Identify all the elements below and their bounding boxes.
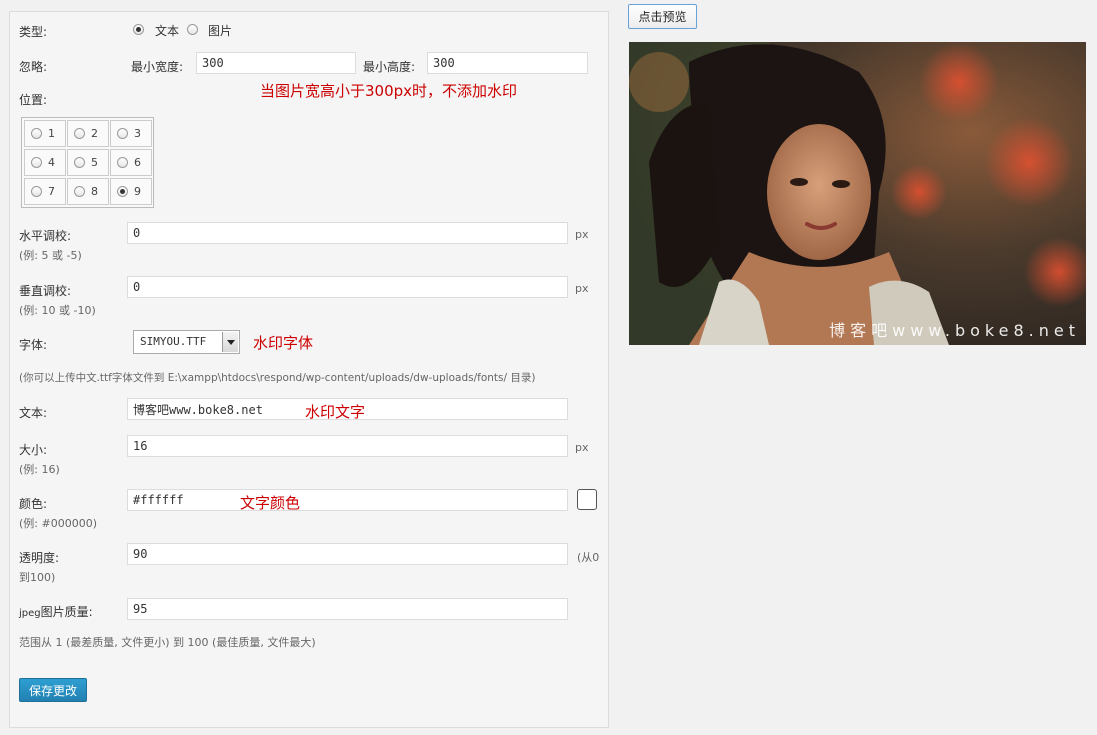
type-text-label: 文本 <box>155 24 180 38</box>
watermark-text-overlay: 博客吧www.boke8.net <box>829 321 1080 340</box>
position-number: 1 <box>48 127 55 140</box>
position-cell-2[interactable]: 2 <box>67 120 109 147</box>
color-swatch[interactable] <box>577 489 597 510</box>
min-width-input[interactable] <box>196 52 356 74</box>
color-note: 文字颜色 <box>240 494 301 512</box>
font-select-value: SIMYOU.TTF <box>140 335 207 348</box>
jpeg-label-text: 图片质量: <box>40 605 93 619</box>
font-select[interactable]: SIMYOU.TTF <box>133 330 240 354</box>
h-adjust-input[interactable] <box>127 222 568 244</box>
position-cell-9[interactable]: 9 <box>110 178 152 205</box>
position-grid: 1 2 3 4 5 6 7 8 9 <box>21 117 154 208</box>
chevron-down-icon[interactable] <box>222 332 238 352</box>
opacity-hint-a: (从0 <box>577 551 600 564</box>
opacity-hint-b: 到100) <box>19 571 56 584</box>
position-cell-5[interactable]: 5 <box>67 149 109 176</box>
position-number: 8 <box>91 185 98 198</box>
min-width-label: 最小宽度: <box>131 60 184 74</box>
position-cell-4[interactable]: 4 <box>24 149 66 176</box>
type-label: 类型: <box>19 25 48 39</box>
preview-photo-illustration <box>629 42 1086 345</box>
position-radio[interactable] <box>117 157 128 168</box>
preview-button[interactable]: 点击预览 <box>628 4 697 29</box>
v-adjust-input[interactable] <box>127 276 568 298</box>
position-cell-3[interactable]: 3 <box>110 120 152 147</box>
position-radio[interactable] <box>117 128 128 139</box>
color-label: 颜色: <box>19 497 48 511</box>
jpeg-quality-input[interactable] <box>127 598 568 620</box>
ignore-label: 忽略: <box>19 60 48 74</box>
position-number: 7 <box>48 185 55 198</box>
size-input[interactable] <box>127 435 568 457</box>
type-image-label: 图片 <box>208 24 233 38</box>
position-number: 9 <box>134 185 141 198</box>
position-radio[interactable] <box>74 157 85 168</box>
position-radio[interactable] <box>31 186 42 197</box>
text-label: 文本: <box>19 406 48 420</box>
size-label: 大小: <box>19 443 48 457</box>
color-hint: (例: #000000) <box>19 517 97 530</box>
position-number: 2 <box>91 127 98 140</box>
h-adjust-hint: (例: 5 或 -5) <box>19 249 82 262</box>
position-radio[interactable] <box>74 186 85 197</box>
position-number: 3 <box>134 127 141 140</box>
ignore-note: 当图片宽高小于300px时，不添加水印 <box>260 82 518 100</box>
v-adjust-label: 垂直调校: <box>19 284 72 298</box>
v-adjust-hint: (例: 10 或 -10) <box>19 304 96 317</box>
position-cell-8[interactable]: 8 <box>67 178 109 205</box>
watermark-settings-panel: 类型: 文本 图片 忽略: 最小宽度: 最小高度: 当图片宽高小于300px时，… <box>9 11 609 728</box>
opacity-input[interactable] <box>127 543 568 565</box>
font-note: 水印字体 <box>253 334 314 352</box>
font-label: 字体: <box>19 338 48 352</box>
opacity-label: 透明度: <box>19 551 60 565</box>
position-radio[interactable] <box>31 157 42 168</box>
position-cell-7[interactable]: 7 <box>24 178 66 205</box>
preview-image: 博客吧www.boke8.net <box>629 42 1086 345</box>
jpeg-quality-hint: 范围从 1 (最差质量, 文件更小) 到 100 (最佳质量, 文件最大) <box>19 636 316 649</box>
size-unit: px <box>575 441 589 454</box>
h-adjust-label: 水平调校: <box>19 229 72 243</box>
position-number: 6 <box>134 156 141 169</box>
min-height-label: 最小高度: <box>363 60 416 74</box>
type-radio-image[interactable] <box>187 22 198 36</box>
position-radio[interactable] <box>31 128 42 139</box>
save-button[interactable]: 保存更改 <box>19 678 87 702</box>
position-cell-1[interactable]: 1 <box>24 120 66 147</box>
h-adjust-unit: px <box>575 228 589 241</box>
font-hint: (你可以上传中文.ttf字体文件到 E:\xampp\htdocs\respon… <box>19 372 536 384</box>
jpeg-quality-label: jpeg图片质量: <box>19 603 93 620</box>
v-adjust-unit: px <box>575 282 589 295</box>
position-radio[interactable] <box>74 128 85 139</box>
size-hint: (例: 16) <box>19 463 60 476</box>
jpeg-prefix: jpeg <box>19 608 41 619</box>
position-radio-selected[interactable] <box>117 186 128 197</box>
text-note: 水印文字 <box>305 403 366 421</box>
position-number: 5 <box>91 156 98 169</box>
color-input[interactable] <box>127 489 568 511</box>
min-height-input[interactable] <box>427 52 588 74</box>
position-cell-6[interactable]: 6 <box>110 149 152 176</box>
position-label: 位置: <box>19 93 48 107</box>
position-number: 4 <box>48 156 55 169</box>
type-radio-text[interactable] <box>133 22 144 36</box>
